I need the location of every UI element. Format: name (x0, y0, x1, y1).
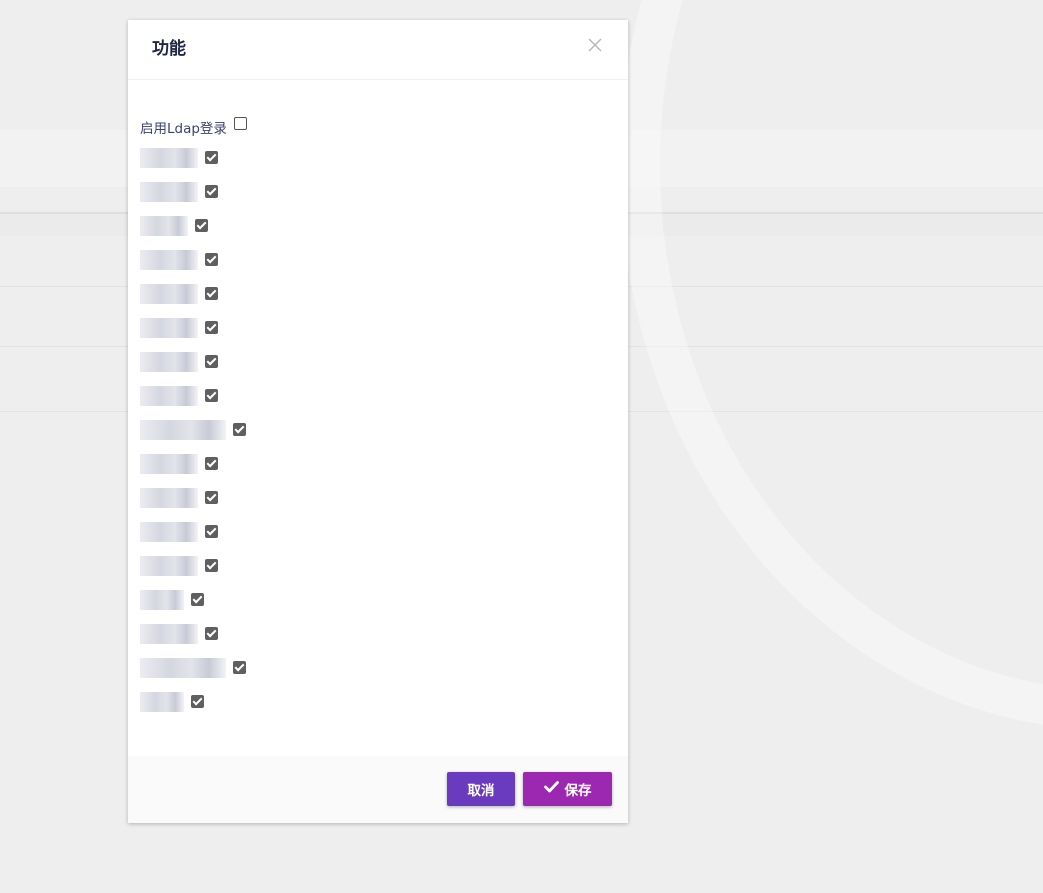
close-icon (588, 38, 602, 52)
redacted-label (140, 420, 226, 440)
feature-row (140, 148, 616, 182)
close-button[interactable] (588, 38, 606, 56)
redacted-label (140, 148, 198, 168)
redacted-label (140, 454, 198, 474)
redacted-label (140, 624, 198, 644)
feature-checkbox[interactable] (205, 253, 218, 266)
feature-checkbox[interactable] (205, 321, 218, 334)
redacted-label (140, 250, 198, 270)
feature-row (140, 590, 616, 624)
feature-checkbox[interactable] (233, 117, 247, 130)
feature-checkbox[interactable] (205, 627, 218, 640)
feature-row (140, 420, 616, 454)
redacted-label (140, 318, 198, 338)
feature-row (140, 318, 616, 352)
dialog-title: 功能 (152, 39, 186, 59)
cancel-button-label: 取消 (467, 783, 495, 799)
feature-checkbox[interactable] (233, 423, 246, 436)
feature-checkbox[interactable] (205, 525, 218, 538)
background-decoration (620, 0, 1043, 730)
redacted-label (140, 284, 198, 304)
feature-checkbox[interactable] (191, 593, 204, 606)
feature-row (140, 658, 616, 692)
save-button-label: 保存 (564, 783, 592, 799)
feature-checkbox[interactable] (191, 695, 204, 708)
feature-checkbox[interactable] (205, 185, 218, 198)
feature-row (140, 488, 616, 522)
feature-row (140, 352, 616, 386)
feature-list: 启用Ldap登录 (140, 117, 616, 726)
redacted-label (140, 216, 188, 236)
redacted-label (140, 590, 184, 610)
feature-row (140, 284, 616, 318)
redacted-label (140, 352, 198, 372)
redacted-label (140, 556, 198, 576)
feature-checkbox[interactable] (205, 491, 218, 504)
feature-row (140, 216, 616, 250)
feature-row (140, 522, 616, 556)
dialog-footer: 取消 保存 (128, 756, 628, 823)
redacted-label (140, 182, 198, 202)
features-dialog: 功能 启用Ldap登录 取消 保存 (128, 20, 628, 823)
cancel-button[interactable]: 取消 (447, 772, 515, 806)
redacted-label (140, 488, 198, 508)
redacted-label (140, 386, 198, 406)
feature-checkbox[interactable] (205, 151, 218, 164)
redacted-label (140, 658, 226, 678)
feature-row (140, 386, 616, 420)
feature-checkbox[interactable] (233, 661, 246, 674)
feature-row (140, 250, 616, 284)
feature-checkbox[interactable] (205, 559, 218, 572)
dialog-header: 功能 (128, 20, 628, 80)
feature-row (140, 182, 616, 216)
feature-row (140, 556, 616, 590)
feature-checkbox[interactable] (205, 287, 218, 300)
feature-row-ldap: 启用Ldap登录 (140, 117, 616, 148)
redacted-label (140, 522, 198, 542)
feature-row (140, 692, 616, 726)
feature-checkbox[interactable] (205, 355, 218, 368)
feature-checkbox[interactable] (195, 219, 208, 232)
feature-checkbox[interactable] (205, 389, 218, 402)
feature-label: 启用Ldap登录 (140, 121, 227, 137)
feature-row (140, 454, 616, 488)
save-button[interactable]: 保存 (523, 772, 612, 806)
check-icon (543, 781, 559, 797)
feature-checkbox[interactable] (205, 457, 218, 470)
redacted-label (140, 692, 184, 712)
feature-row (140, 624, 616, 658)
